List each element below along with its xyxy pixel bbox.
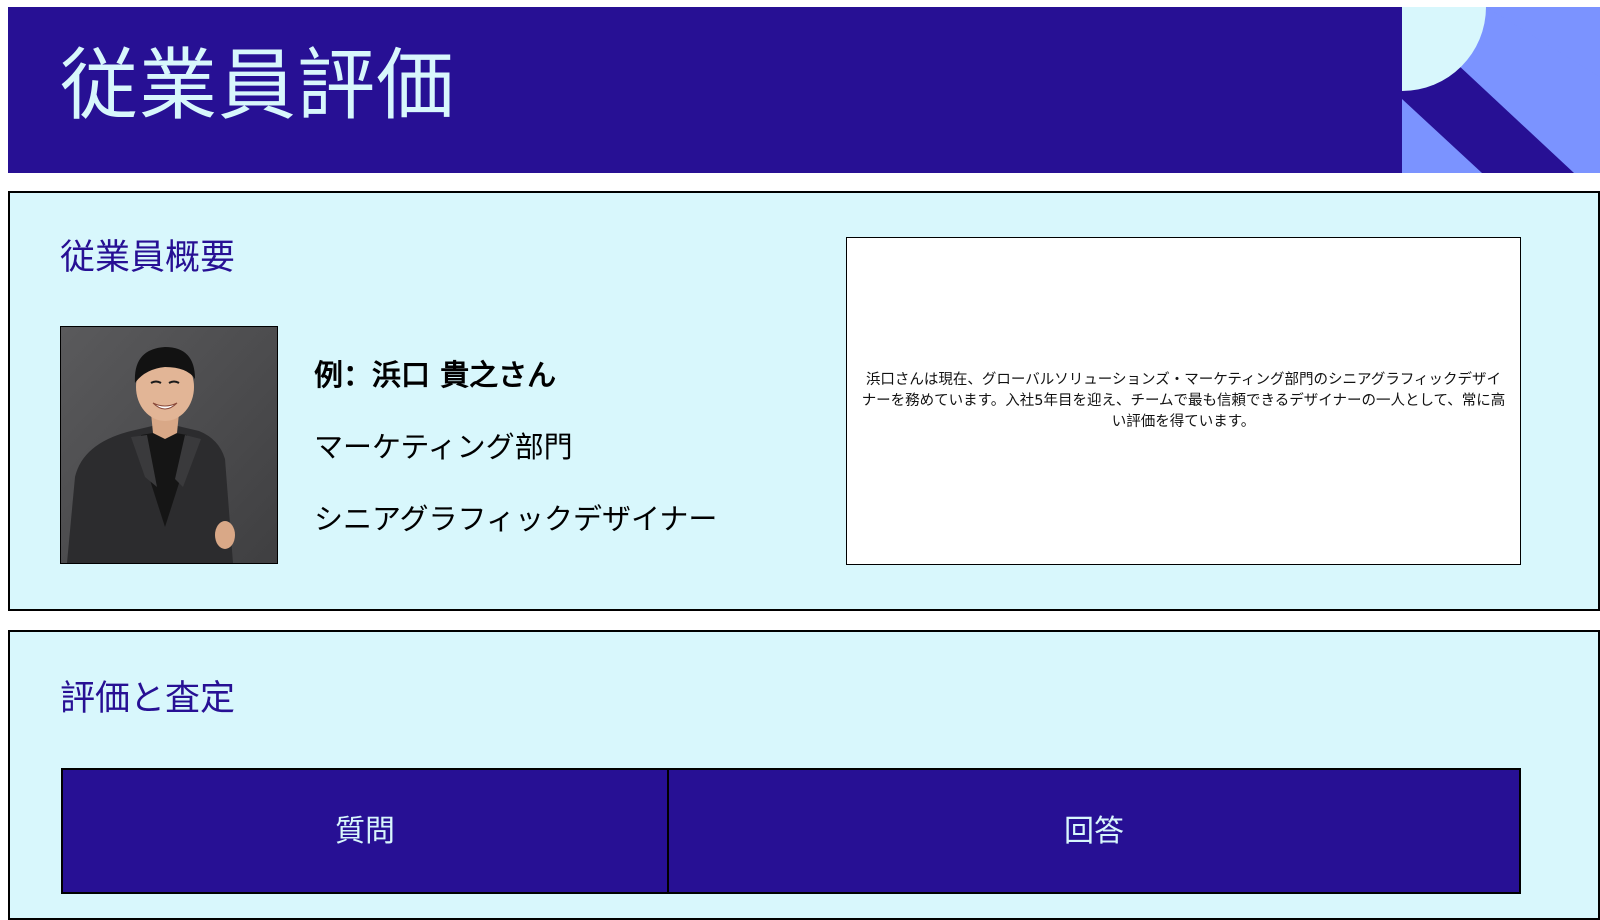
header-decoration [1402, 7, 1600, 173]
page-header: 従業員評価 [8, 7, 1600, 173]
evaluation-section-title: 評価と査定 [60, 679, 236, 719]
summary-section-title: 従業員概要 [60, 238, 236, 278]
employee-department: マーケティング部門 [314, 430, 573, 464]
page-title: 従業員評価 [60, 41, 456, 131]
employee-description-box: 浜口さんは現在、グローバルソリューションズ・マーケティング部門のシニアグラフィッ… [846, 237, 1521, 565]
table-header-row: 質問 回答 [61, 768, 1521, 894]
employee-summary-section: 従業員概要 例：浜口 貴之さん マーケティング部門 シニアグラフィックデザイナー… [8, 191, 1600, 611]
column-header-answer: 回答 [667, 768, 1521, 894]
column-header-question: 質問 [61, 768, 669, 894]
evaluation-section: 評価と査定 質問 回答 [8, 630, 1600, 920]
person-portrait-image [61, 327, 277, 563]
employee-photo [60, 326, 278, 564]
employee-name: 例：浜口 貴之さん [314, 358, 557, 392]
employee-description: 浜口さんは現在、グローバルソリューションズ・マーケティング部門のシニアグラフィッ… [861, 371, 1506, 430]
employee-job-title: シニアグラフィックデザイナー [314, 502, 718, 536]
evaluation-table: 質問 回答 [61, 768, 1521, 894]
